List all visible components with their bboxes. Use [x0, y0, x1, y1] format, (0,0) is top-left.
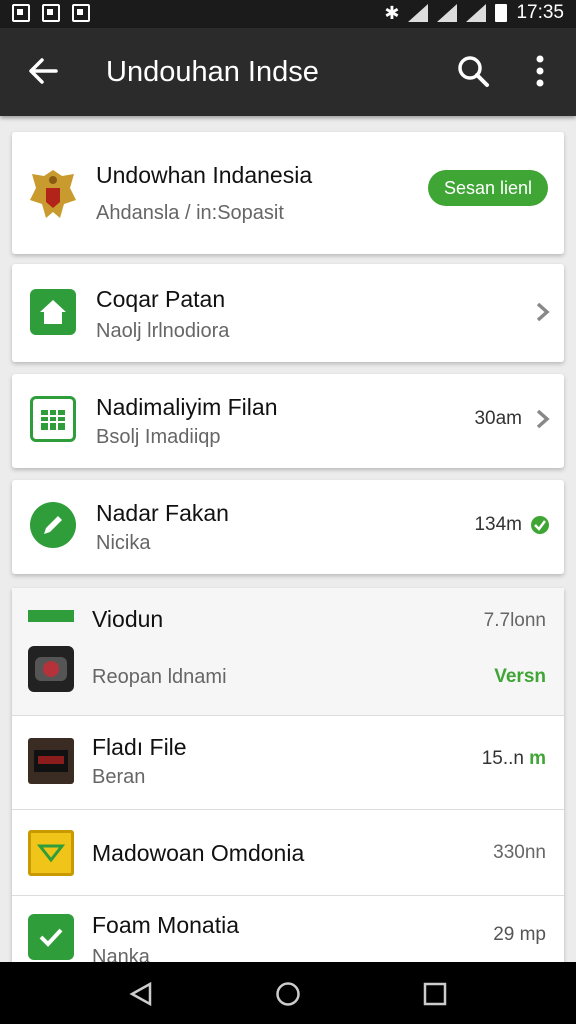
card-meta: 134m [474, 514, 522, 535]
nav-back-icon[interactable] [128, 981, 154, 1007]
list-item[interactable]: Foam Monatia Nanka 29 mp [12, 896, 564, 962]
list-item-title: Fladı File [92, 734, 187, 760]
list-item[interactable]: Madowoan Omdonia 330nn [12, 810, 564, 896]
page-title: Undouhan Indse [106, 56, 319, 88]
list-item-meta: 330nn [493, 842, 546, 863]
wifi-icon [408, 4, 429, 22]
check-circle-icon [531, 516, 549, 534]
notification-icon [12, 4, 30, 22]
signal-icon-2 [466, 4, 487, 22]
card-meta: 30am [474, 408, 522, 429]
home-icon [30, 289, 76, 335]
list-item-meta: 15..n [481, 748, 524, 769]
list-item-subtitle: Reopan ldnami [92, 666, 227, 688]
clock: 17:35 [516, 2, 564, 23]
list-item-title: Madowoan Omdonia [92, 840, 305, 866]
bluetooth-icon: ✱ [384, 2, 400, 23]
folder-icon [28, 830, 74, 876]
content: Undowhan Indanesia Ahdansla / in:Sopasit… [0, 116, 576, 962]
app-bar: Undouhan Indse [0, 28, 576, 116]
download-notification-icon [72, 4, 90, 22]
version-link[interactable]: Versn [494, 666, 546, 688]
nav-home-icon[interactable] [275, 981, 301, 1007]
header-action-button[interactable]: Sesan lienl [427, 170, 548, 206]
chevron-right-icon [536, 409, 550, 429]
list-card[interactable]: Coqar Patan Naolj lrlnodiora [12, 264, 564, 362]
notification-icons [12, 4, 90, 22]
list-item-subtitle: Nanka [92, 946, 150, 962]
card-title: Nadar Fakan [96, 500, 229, 526]
emblem-icon [30, 170, 76, 218]
list-item[interactable]: Viodun 7.7lonn Reopan ldnami Versn [12, 588, 564, 716]
list-item-subtitle: Beran [92, 766, 146, 788]
card-subtitle: Naolj lrlnodiora [96, 320, 230, 342]
card-subtitle: Bsolj Imadiiqp [96, 426, 221, 448]
header-card: Undowhan Indanesia Ahdansla / in:Sopasit… [12, 132, 564, 254]
header-subtitle: Ahdansla / in:Sopasit [96, 202, 284, 224]
list-item-meta: 7.7lonn [483, 610, 546, 631]
list-card[interactable]: Nadar Fakan Nicika 134m [12, 480, 564, 574]
list-item-badge: m [529, 748, 546, 769]
list-item-title: Viodun [92, 606, 164, 632]
card-title: Nadimaliyim Filan [96, 394, 278, 420]
phone-icon [28, 646, 74, 692]
list-item[interactable]: Fladı File Beran 15..n m [12, 716, 564, 810]
back-arrow-icon[interactable] [26, 54, 60, 88]
list-item-title: Foam Monatia [92, 912, 240, 938]
edit-icon [30, 502, 76, 548]
check-icon [28, 914, 74, 960]
status-bar: ✱ 17:35 [0, 0, 576, 28]
navigation-bar [0, 962, 576, 1024]
image-notification-icon [42, 4, 60, 22]
list-item-meta: 29 mp [493, 924, 546, 945]
card-title: Coqar Patan [96, 286, 226, 312]
list-card[interactable]: Nadimaliyim Filan Bsolj Imadiiqp 30am [12, 374, 564, 468]
chevron-right-icon [536, 302, 550, 322]
tag-icon [28, 610, 74, 622]
file-list: Viodun 7.7lonn Reopan ldnami Versn Fladı… [12, 588, 564, 962]
header-title: Undowhan Indanesia [96, 162, 313, 188]
more-vert-icon[interactable] [530, 54, 550, 88]
signal-icon [437, 4, 458, 22]
card-subtitle: Nicika [96, 532, 151, 554]
search-icon[interactable] [456, 54, 490, 88]
tv-icon [28, 738, 74, 784]
nav-recents-icon[interactable] [422, 981, 448, 1007]
battery-icon [495, 4, 508, 22]
sheet-icon [30, 396, 76, 442]
